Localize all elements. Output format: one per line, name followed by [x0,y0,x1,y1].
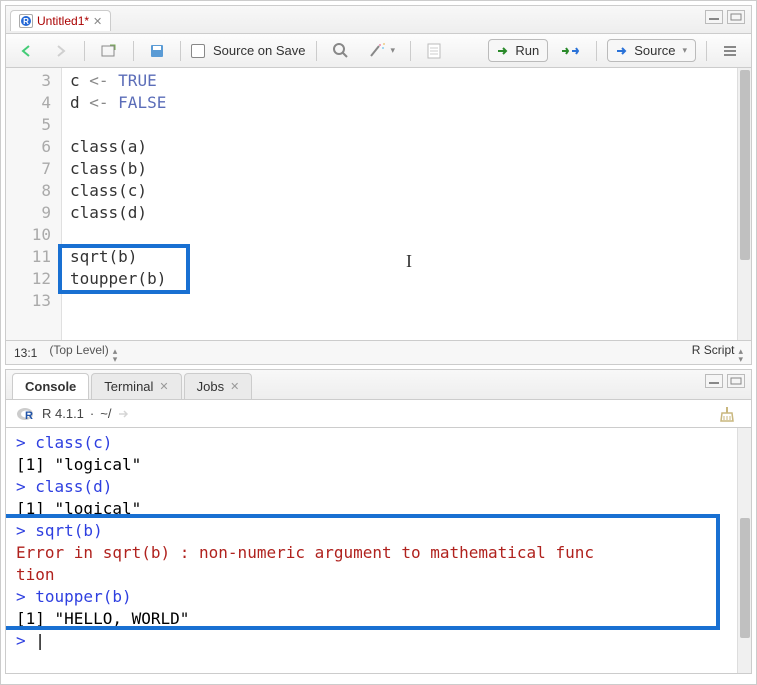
clear-console-button[interactable] [713,402,741,426]
minimize-pane-button[interactable] [705,10,723,24]
outline-button[interactable] [717,41,743,61]
back-button[interactable] [14,41,40,61]
code-editor[interactable]: 345678910111213 I c <- TRUEd <- FALSE cl… [6,68,751,340]
close-icon[interactable]: ✕ [93,15,102,28]
console-scrollbar[interactable] [737,428,751,673]
text-cursor-icon: I [406,250,412,272]
console-info-bar: R R 4.1.1 · ~/ [6,400,751,428]
r-file-icon: R [19,14,33,28]
console-pane: Console Terminal✕ Jobs✕ R R 4.1.1 · ~/ >… [5,369,752,674]
editor-statusbar: 13:1 (Top Level)▴▾ R Script▴▾ [6,340,751,364]
show-in-new-window-button[interactable] [95,40,123,62]
language-selector[interactable]: R Script▴▾ [692,343,743,363]
line-number-gutter: 345678910111213 [6,68,62,340]
editor-tab[interactable]: R Untitled1* ✕ [10,10,111,31]
editor-toolbar: Source on Save ▾ Run Source▾ [6,34,751,68]
separator: · [90,406,94,421]
code-tools-button[interactable]: ▾ [363,39,401,63]
compile-report-button[interactable] [421,39,447,63]
working-dir-label: ~/ [100,406,111,421]
run-button[interactable]: Run [488,39,548,62]
rerun-button[interactable] [556,41,586,61]
save-button[interactable] [144,40,170,62]
console-output[interactable]: > class(c)[1] "logical"> class(d)[1] "lo… [6,428,751,673]
tab-console[interactable]: Console [12,373,89,399]
forward-button[interactable] [48,41,74,61]
go-to-dir-icon[interactable] [117,408,131,420]
maximize-pane-button[interactable] [727,374,745,388]
close-icon[interactable]: ✕ [230,380,239,393]
maximize-pane-button[interactable] [727,10,745,24]
find-button[interactable] [327,39,355,63]
tab-jobs[interactable]: Jobs✕ [184,373,253,399]
minimize-pane-button[interactable] [705,374,723,388]
source-button[interactable]: Source▾ [607,39,696,62]
code-area[interactable]: I c <- TRUEd <- FALSE class(a)class(b)cl… [62,68,751,340]
editor-scrollbar[interactable] [737,68,751,340]
source-on-save-label: Source on Save [213,43,306,58]
source-on-save-checkbox[interactable] [191,44,205,58]
r-logo-icon: R [16,406,36,422]
tab-terminal[interactable]: Terminal✕ [91,373,181,399]
editor-tab-title: Untitled1* [37,14,89,28]
close-icon[interactable]: ✕ [159,380,168,393]
scope-selector[interactable]: (Top Level)▴▾ [37,343,691,363]
r-version-label: R 4.1.1 [42,406,84,421]
editor-pane: R Untitled1* ✕ Source on Save ▾ Run Sour… [5,5,752,365]
console-tab-bar: Console Terminal✕ Jobs✕ [6,370,751,400]
cursor-position: 13:1 [14,346,37,360]
editor-tab-bar: R Untitled1* ✕ [6,6,751,34]
svg-text:R: R [25,410,33,422]
